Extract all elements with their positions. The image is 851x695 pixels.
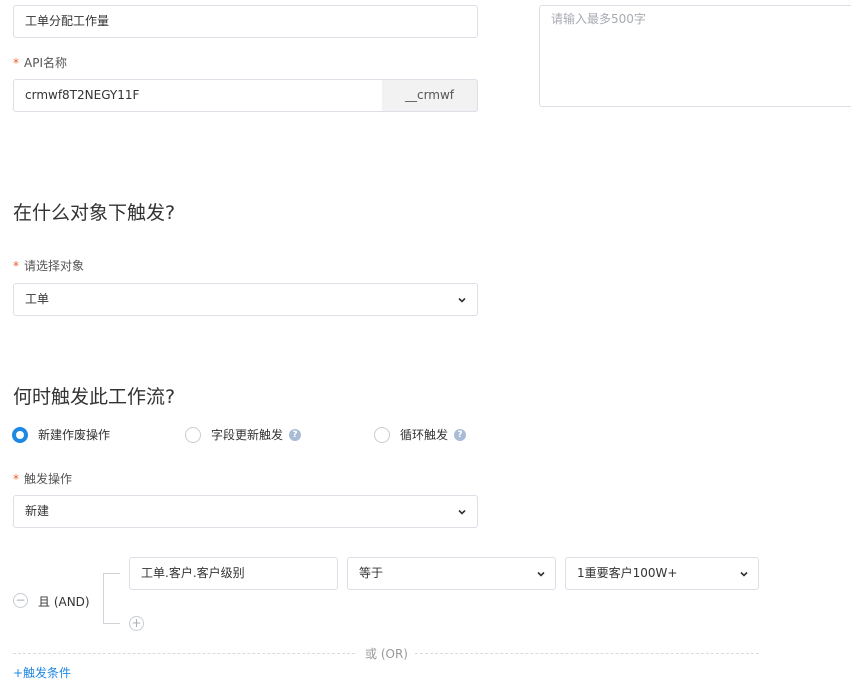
- help-icon[interactable]: ?: [289, 428, 302, 441]
- chevron-down-icon: [740, 571, 748, 577]
- required-marker: *: [13, 259, 19, 273]
- radio-label: 字段更新触发: [211, 428, 284, 442]
- description-placeholder: 请输入最多500字: [551, 12, 646, 26]
- trigger-action-label: * 触发操作: [13, 472, 73, 486]
- minus-circle-icon[interactable]: −: [13, 593, 28, 608]
- api-name-suffix: __crmwf: [382, 79, 478, 112]
- condition-value-value: 1重要客户100W+: [577, 566, 678, 580]
- api-name-value: crmwf8T2NEGY11F: [25, 88, 140, 102]
- object-select[interactable]: 工单: [13, 283, 478, 316]
- radio-option-loop[interactable]: 循环触发 ?: [374, 426, 467, 443]
- trigger-action-value: 新建: [25, 504, 50, 518]
- condition-field-value: 工单.客户.客户级别: [141, 566, 245, 580]
- condition-value-select[interactable]: 1重要客户100W+: [565, 557, 759, 590]
- radio-label: 循环触发: [400, 428, 449, 442]
- required-marker: *: [13, 472, 19, 486]
- condition-bracket: [103, 573, 120, 624]
- trigger-action-select[interactable]: 新建: [13, 495, 478, 528]
- condition-operator-value: 等于: [359, 566, 384, 580]
- required-marker: *: [13, 56, 19, 70]
- radio-option-create[interactable]: 新建作废操作: [12, 426, 110, 443]
- chevron-down-icon: [458, 297, 466, 303]
- trigger-section-title: 何时触发此工作流?: [13, 386, 176, 408]
- or-label: 或 (OR): [365, 647, 408, 661]
- radio-label: 新建作废操作: [38, 428, 111, 442]
- or-divider-left: [13, 653, 355, 654]
- workflow-name-value: 工单分配工作量: [25, 14, 110, 28]
- object-select-value: 工单: [25, 292, 50, 306]
- radio-unchecked-icon: [374, 426, 390, 443]
- radio-checked-icon: [12, 426, 28, 443]
- object-section-title: 在什么对象下触发?: [13, 202, 176, 224]
- or-divider-right: [415, 653, 759, 654]
- radio-option-field-update[interactable]: 字段更新触发 ?: [185, 426, 302, 443]
- chevron-down-icon: [458, 509, 466, 515]
- api-name-input[interactable]: crmwf8T2NEGY11F: [13, 79, 383, 112]
- plus-circle-icon[interactable]: +: [129, 616, 144, 631]
- workflow-name-input[interactable]: 工单分配工作量: [13, 5, 478, 38]
- logic-and-label: 且 (AND): [38, 595, 90, 609]
- condition-field-input[interactable]: 工单.客户.客户级别: [129, 557, 338, 590]
- help-icon[interactable]: ?: [454, 428, 467, 441]
- api-name-label: * API名称: [13, 56, 67, 70]
- add-trigger-condition-link[interactable]: +触发条件: [13, 664, 71, 681]
- description-textarea[interactable]: 请输入最多500字: [539, 5, 851, 107]
- radio-unchecked-icon: [185, 426, 201, 443]
- chevron-down-icon: [537, 571, 545, 577]
- object-select-label: * 请选择对象: [13, 259, 85, 273]
- condition-operator-select[interactable]: 等于: [347, 557, 556, 590]
